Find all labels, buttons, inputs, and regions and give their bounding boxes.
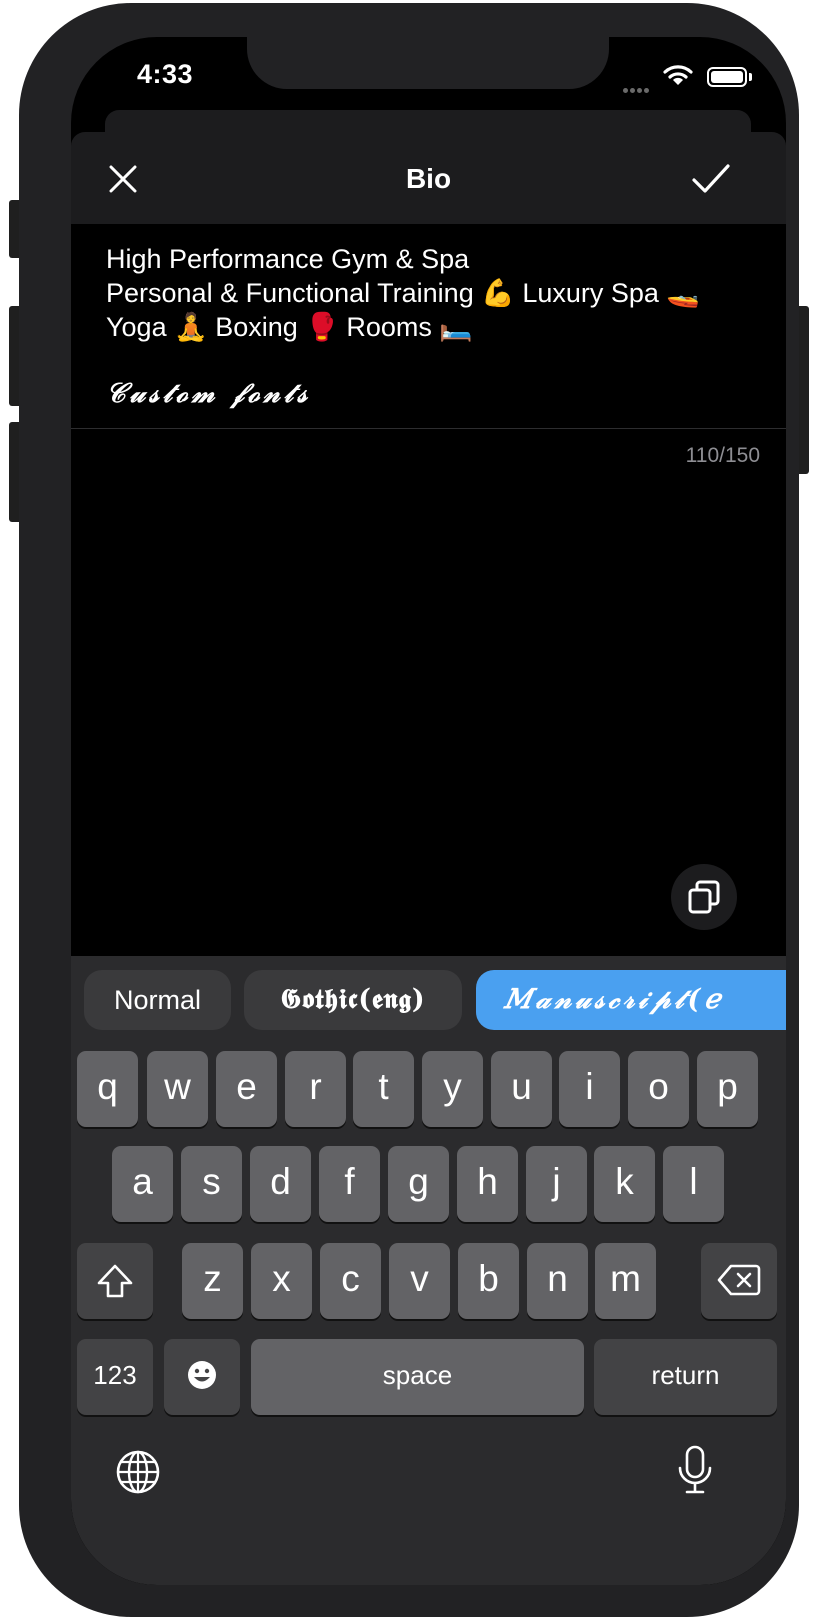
key-w[interactable]: w [147,1051,208,1127]
shift-key[interactable] [77,1243,153,1319]
key-l[interactable]: l [663,1146,724,1222]
bio-fancy-line: 𝒞𝓊𝓈𝓉ℴ𝓂 𝒻ℴ𝓃𝓉𝓈 [106,378,312,409]
key-s[interactable]: s [181,1146,242,1222]
space-key[interactable]: space [251,1339,584,1415]
key-e[interactable]: e [216,1051,277,1127]
power-button [799,306,809,474]
key-d[interactable]: d [250,1146,311,1222]
key-p[interactable]: p [697,1051,758,1127]
key-o[interactable]: o [628,1051,689,1127]
bio-line: Yoga 🧘 Boxing 🥊 Rooms 🛏️ [106,312,474,342]
key-h[interactable]: h [457,1146,518,1222]
key-n[interactable]: n [527,1243,588,1319]
microphone-icon[interactable] [675,1444,715,1496]
notch [247,37,609,89]
bio-text-field[interactable]: High Performance Gym & Spa Personal & Fun… [106,242,756,344]
key-g[interactable]: g [388,1146,449,1222]
phone-frame: 4:33 Bio High Performance Gym & Spa Perso… [19,3,799,1617]
emoji-icon [188,1361,216,1389]
wifi-icon [663,65,693,85]
key-u[interactable]: u [491,1051,552,1127]
globe-icon[interactable] [115,1449,161,1495]
keyboard: Normal 𝕲𝖔𝖙𝖍𝖎𝖈(𝖊𝖓𝖌) 𝑀𝒶𝓃𝓊𝓈𝒸𝓇𝒾𝓅𝓉(𝑒 q w e r … [71,956,786,1585]
copy-icon [688,880,720,914]
font-style-manuscript[interactable]: 𝑀𝒶𝓃𝓊𝓈𝒸𝓇𝒾𝓅𝓉(𝑒 [476,970,786,1030]
status-time: 4:33 [137,59,194,89]
key-x[interactable]: x [251,1243,312,1319]
silent-switch [9,200,19,258]
font-style-normal[interactable]: Normal [84,970,231,1030]
battery-icon [707,67,747,87]
key-y[interactable]: y [422,1051,483,1127]
key-v[interactable]: v [389,1243,450,1319]
key-m[interactable]: m [595,1243,656,1319]
backspace-icon [717,1264,761,1296]
key-z[interactable]: z [182,1243,243,1319]
bio-line: Personal & Functional Training 💪 Luxury … [106,278,701,308]
shift-icon [97,1264,133,1298]
bio-editor-sheet: Bio High Performance Gym & Spa Personal &… [71,132,786,1585]
nav-bar: Bio [71,132,786,224]
battery-tip [749,73,752,81]
key-a[interactable]: a [112,1146,173,1222]
key-i[interactable]: i [559,1051,620,1127]
delete-key[interactable] [701,1243,777,1319]
numbers-key[interactable]: 123 [77,1339,153,1415]
key-q[interactable]: q [77,1051,138,1127]
key-j[interactable]: j [526,1146,587,1222]
key-k[interactable]: k [594,1146,655,1222]
character-counter: 110/150 [685,444,760,467]
key-b[interactable]: b [458,1243,519,1319]
font-style-gothic[interactable]: 𝕲𝖔𝖙𝖍𝖎𝖈(𝖊𝖓𝖌) [244,970,462,1030]
bio-line: High Performance Gym & Spa [106,244,470,274]
return-key[interactable]: return [594,1339,777,1415]
copy-button[interactable] [671,864,737,930]
volume-down-button [9,422,19,522]
key-f[interactable]: f [319,1146,380,1222]
key-r[interactable]: r [285,1051,346,1127]
key-c[interactable]: c [320,1243,381,1319]
checkmark-icon[interactable] [691,162,731,196]
screen: 4:33 Bio High Performance Gym & Spa Perso… [71,37,786,1585]
volume-up-button [9,306,19,406]
signal-icon [623,80,651,98]
divider [71,428,786,429]
emoji-key[interactable] [164,1339,240,1415]
page-title: Bio [405,163,452,194]
key-t[interactable]: t [353,1051,414,1127]
